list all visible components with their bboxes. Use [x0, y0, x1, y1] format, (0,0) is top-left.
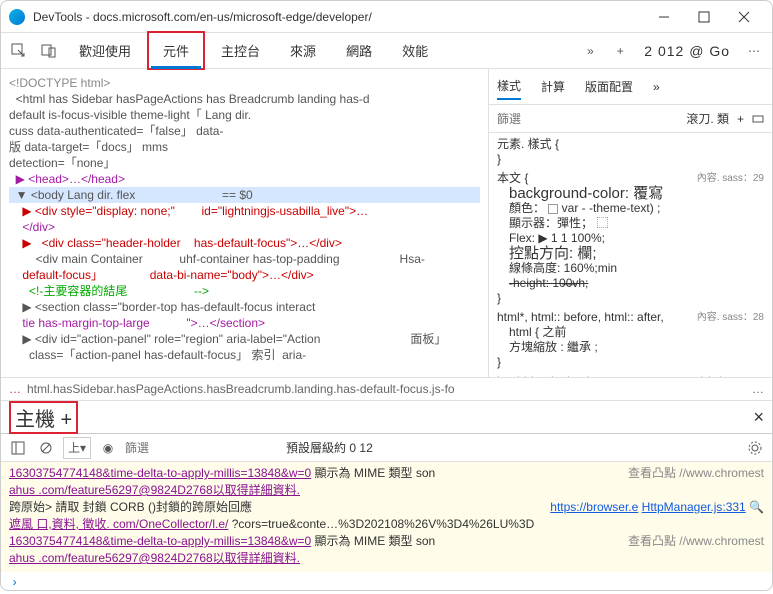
window-title: DevTools - docs.microsoft.com/en-us/micr…: [33, 10, 644, 24]
drawer-hostbar: 主機 + ×: [1, 400, 772, 434]
tab-network[interactable]: 網路: [332, 33, 386, 68]
tab-sources[interactable]: 來源: [276, 33, 330, 68]
device-icon[interactable]: [35, 37, 63, 65]
styles-tab-computed[interactable]: 計算: [541, 74, 565, 99]
more-options-icon[interactable]: ⋯: [740, 37, 768, 65]
console-output[interactable]: 16303754774148&time-delta-to-apply-milli…: [1, 462, 772, 572]
styles-tab-layout[interactable]: 版面配置: [585, 74, 633, 99]
elements-tree[interactable]: <!DOCTYPE html> <html has Sidebar hasPag…: [1, 69, 488, 377]
window-titlebar: DevTools - docs.microsoft.com/en-us/micr…: [1, 1, 772, 33]
console-filter-input[interactable]: [125, 441, 280, 455]
styles-filter-bar: 滾刀. 類 +: [489, 105, 772, 133]
styles-tab-styles[interactable]: 樣式: [497, 73, 521, 100]
hov-toggle[interactable]: 滾刀. 類: [686, 110, 729, 127]
tab-welcome[interactable]: 歡迎使用: [65, 33, 145, 68]
clear-console-icon[interactable]: [35, 437, 57, 459]
more-tabs-icon[interactable]: »: [576, 37, 604, 65]
app-icon: [9, 9, 25, 25]
breadcrumb-path[interactable]: html.hasSidebar.hasPageActions.hasBreadc…: [27, 382, 455, 396]
styles-tabs: 樣式 計算 版面配置 »: [489, 69, 772, 105]
log-levels[interactable]: 預設層級約 0 12: [286, 439, 373, 456]
console-toolbar: 上 ▾ ◉ 預設層級約 0 12: [1, 434, 772, 462]
drawer-close-icon[interactable]: ×: [753, 407, 764, 428]
live-expression-icon[interactable]: ◉: [97, 437, 119, 459]
viewport-size: 2 012 @ Go: [636, 43, 738, 59]
inspect-icon[interactable]: [5, 37, 33, 65]
add-rule-icon[interactable]: +: [737, 112, 744, 126]
styles-panel: 樣式 計算 版面配置 » 滾刀. 類 + 元素. 樣式 {}本文 {內容. sa…: [488, 69, 772, 377]
tab-performance[interactable]: 效能: [388, 33, 442, 68]
maximize-button[interactable]: [684, 3, 724, 31]
console-sidebar-icon[interactable]: [7, 437, 29, 459]
tab-elements[interactable]: 元件: [147, 31, 205, 70]
styles-rules[interactable]: 元素. 樣式 {}本文 {內容. sass：29background-color…: [489, 133, 772, 377]
styles-filter-input[interactable]: [497, 112, 678, 126]
dom-breadcrumb[interactable]: … html.hasSidebar.hasPageActions.hasBrea…: [1, 377, 772, 400]
tab-console[interactable]: 主控台: [207, 33, 274, 68]
breadcrumb-ellipsis[interactable]: …: [9, 382, 21, 396]
breadcrumb-more[interactable]: …: [752, 382, 764, 396]
more-styles-tabs-icon[interactable]: »: [653, 80, 660, 94]
host-label[interactable]: 主機 +: [9, 401, 78, 434]
console-settings-icon[interactable]: [744, 437, 766, 459]
context-selector[interactable]: 上 ▾: [63, 437, 91, 459]
minimize-button[interactable]: [644, 3, 684, 31]
resize-icon[interactable]: [752, 111, 764, 126]
close-button[interactable]: [724, 3, 764, 31]
add-tab-icon[interactable]: +: [606, 37, 634, 65]
main-toolbar: 歡迎使用 元件 主控台 來源 網路 效能 » + 2 012 @ Go ⋯: [1, 33, 772, 69]
